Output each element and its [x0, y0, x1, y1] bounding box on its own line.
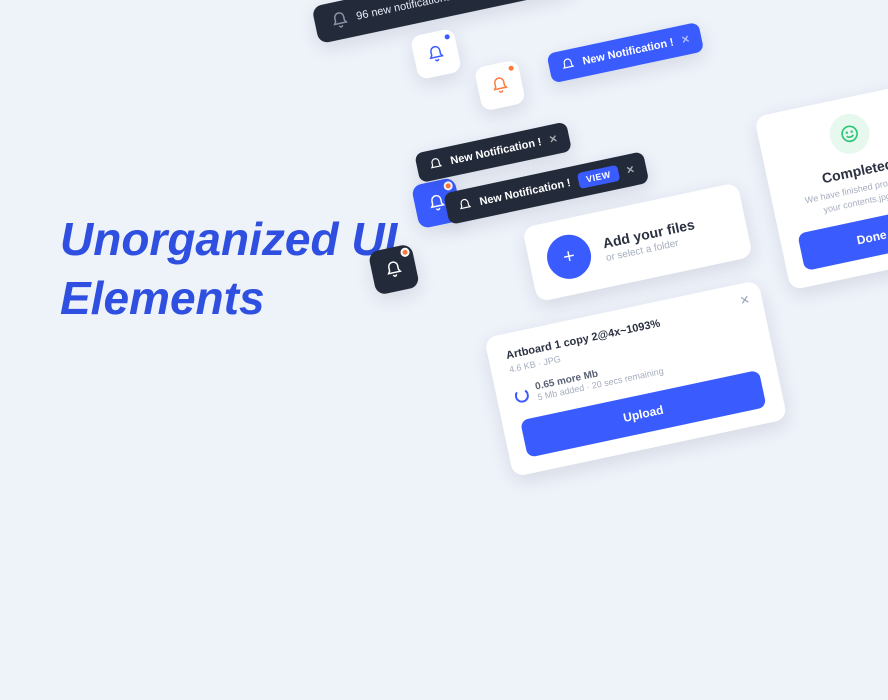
pill-label: New Notification ! — [449, 136, 542, 167]
ui-elements-collage: 96 new notifications are a... New Notifi… — [272, 0, 888, 700]
notification-dot-icon — [442, 32, 453, 43]
bell-icon — [489, 75, 510, 96]
bell-tile-dark[interactable] — [368, 243, 420, 295]
smile-icon — [826, 110, 873, 157]
bell-icon — [457, 197, 474, 214]
completed-card: Completed We have finished processing yo… — [754, 80, 888, 291]
close-icon[interactable]: ✕ — [739, 292, 752, 308]
notification-pill-blue[interactable]: New Notification ! ✕ — [546, 22, 704, 84]
pill-label: New Notification ! — [478, 177, 571, 208]
view-button[interactable]: VIEW — [577, 165, 620, 189]
bell-tile-white-2[interactable] — [474, 59, 526, 111]
close-icon[interactable]: ✕ — [680, 34, 690, 47]
notification-dot-icon — [443, 181, 454, 192]
pill-label: New Notification ! — [582, 37, 675, 68]
banner-text: 96 new notifications are a... — [355, 0, 488, 23]
add-button[interactable]: + — [543, 231, 595, 283]
spinner-icon — [513, 387, 530, 404]
bell-icon — [383, 259, 404, 280]
bell-icon — [425, 43, 446, 64]
notification-dot-icon — [400, 247, 411, 258]
bell-tile-white-1[interactable] — [410, 28, 462, 80]
upload-card: ✕ Artboard 1 copy 2@4x~1093% 4.6 KB · JP… — [484, 280, 787, 477]
bell-icon — [428, 156, 445, 173]
notification-dot-icon — [506, 63, 517, 74]
close-icon[interactable]: ✕ — [548, 133, 558, 146]
close-icon[interactable]: ✕ — [625, 164, 635, 177]
bell-icon — [329, 10, 350, 31]
bell-icon — [560, 57, 577, 74]
